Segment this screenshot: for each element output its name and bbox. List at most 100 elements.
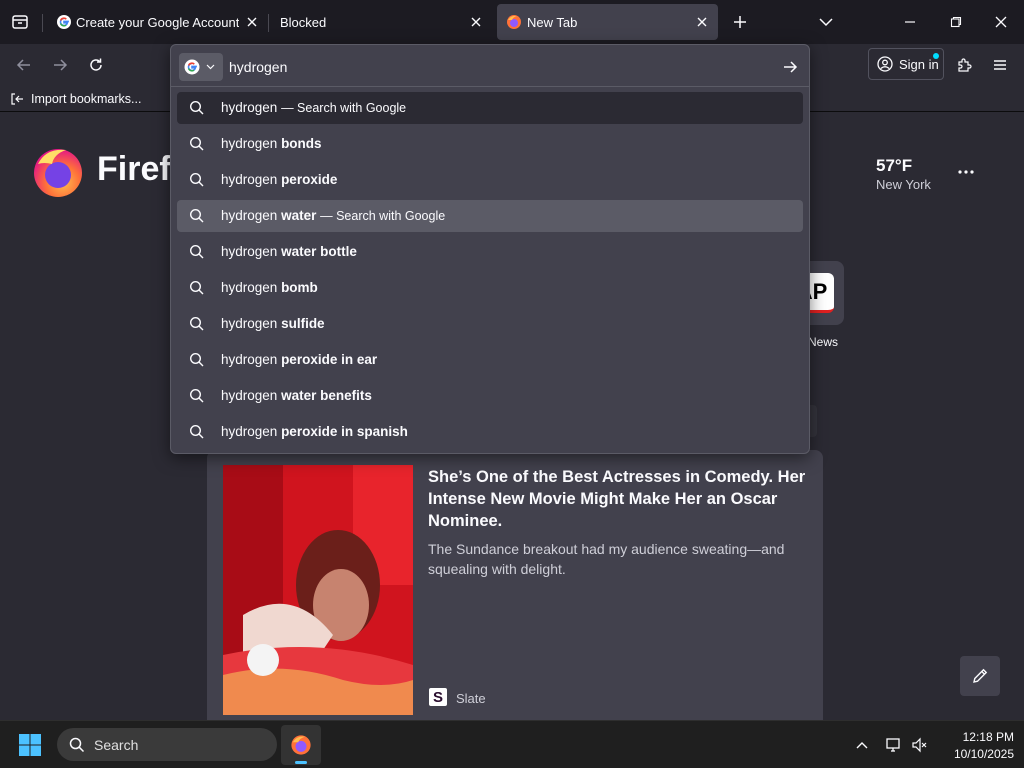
reload-icon	[90, 58, 102, 71]
arrow-left-icon	[16, 59, 30, 71]
reload-button[interactable]	[81, 50, 111, 80]
search-icon	[189, 316, 204, 331]
shortcut-label: News	[808, 335, 839, 349]
suggestion-completion: water bottle	[281, 244, 357, 259]
slate-logo-letter: S	[432, 688, 443, 706]
search-icon	[189, 388, 204, 403]
story-title[interactable]: She’s One of the Best Actresses in Comed…	[428, 466, 812, 532]
firefox-view-button[interactable]	[6, 8, 34, 36]
show-hidden-icons-button[interactable]	[852, 735, 872, 755]
close-window-button[interactable]	[987, 8, 1015, 36]
network-icon-button[interactable]	[884, 735, 904, 755]
minimize-button[interactable]	[896, 8, 924, 36]
customize-button[interactable]	[960, 656, 1000, 696]
firefox-icon	[291, 735, 311, 755]
suggestion-row[interactable]: hydrogen peroxide	[177, 164, 803, 196]
search-icon	[189, 172, 204, 187]
import-bookmarks-label: Import bookmarks...	[31, 92, 142, 106]
back-button[interactable]	[9, 50, 39, 80]
active-app-indicator	[295, 761, 307, 764]
suggestion-query: hydrogen	[221, 244, 278, 259]
search-icon	[69, 737, 85, 752]
search-icon	[189, 244, 204, 259]
import-bookmarks-button[interactable]: Import bookmarks...	[10, 90, 141, 108]
suggestion-completion: bonds	[281, 136, 322, 151]
suggestion-row[interactable]: hydrogen sulfide	[177, 308, 803, 340]
tab-label: Create your Google Account	[76, 15, 240, 30]
volume-icon-button[interactable]	[910, 735, 930, 755]
suggestion-row[interactable]: hydrogen water — Search with Google	[177, 200, 803, 232]
taskbar-firefox-app[interactable]	[281, 725, 321, 765]
restore-button[interactable]	[942, 8, 970, 36]
suggestion-row[interactable]: hydrogen peroxide in ear	[177, 344, 803, 376]
suggestion-query: hydrogen	[221, 388, 278, 403]
suggestion-row[interactable]: hydrogen bomb	[177, 272, 803, 304]
windows-taskbar: Search 12:18 PM 10/10/2025	[0, 720, 1024, 768]
arrow-right-icon	[784, 61, 798, 73]
source-logo: S	[429, 688, 447, 706]
close-tab-icon[interactable]	[694, 14, 710, 30]
close-tab-icon[interactable]	[244, 14, 260, 30]
pencil-icon	[973, 668, 988, 683]
suggestion-completion: peroxide in spanish	[281, 424, 408, 439]
taskbar-search-box[interactable]: Search	[57, 728, 277, 761]
suggestion-text: hydrogen water bottle	[221, 244, 357, 259]
arrow-right-icon	[54, 59, 68, 71]
start-button[interactable]	[18, 733, 44, 759]
story-excerpt: The Sundance breakout had my audience sw…	[428, 541, 785, 577]
suggestion-completion: bomb	[281, 280, 318, 295]
list-all-tabs-button[interactable]	[814, 10, 838, 34]
minimize-icon	[905, 21, 915, 23]
suggestion-row[interactable]: hydrogen peroxide in spanish	[177, 416, 803, 448]
urlbar-dropdown: hydrogen — Search with Google hydrogen bo…	[170, 44, 810, 454]
suggestion-row[interactable]: hydrogen water bottle	[177, 236, 803, 268]
extensions-button[interactable]	[949, 50, 979, 80]
close-tab-icon[interactable]	[468, 14, 484, 30]
new-tab-button[interactable]	[728, 10, 752, 34]
tab-label: New Tab	[527, 15, 578, 30]
app-menu-button[interactable]	[985, 50, 1015, 80]
suggestion-row[interactable]: hydrogen — Search with Google	[177, 92, 803, 124]
google-icon	[184, 59, 200, 75]
urlbar[interactable]	[177, 51, 803, 83]
firefox-view-icon	[12, 15, 28, 29]
firefox-icon	[506, 14, 522, 30]
suggestion-completion: peroxide	[281, 172, 338, 187]
weather-temperature[interactable]: 57°F	[876, 156, 912, 176]
plus-icon	[734, 16, 746, 28]
search-icon	[189, 280, 204, 295]
suggestion-action-hint: — Search with Google	[281, 101, 407, 115]
suggestion-text: hydrogen peroxide	[221, 172, 337, 187]
suggestion-row[interactable]: hydrogen bonds	[177, 128, 803, 160]
suggestion-query: hydrogen	[221, 136, 278, 151]
clock-time: 12:18 PM	[962, 730, 1014, 744]
forward-button[interactable]	[45, 50, 75, 80]
search-icon	[189, 208, 204, 223]
more-horizontal-icon	[958, 170, 974, 174]
sign-in-button[interactable]: Sign in	[868, 48, 944, 80]
url-input[interactable]	[229, 55, 769, 79]
story-card[interactable]: She’s One of the Best Actresses in Comed…	[207, 450, 823, 720]
suggestion-row[interactable]: hydrogen water benefits	[177, 380, 803, 412]
tab-create-google-account[interactable]: Create your Google Account	[46, 4, 268, 40]
urlbar-divider	[171, 86, 809, 87]
restore-icon	[950, 16, 962, 28]
go-button[interactable]	[779, 56, 801, 78]
chevron-down-icon	[206, 64, 215, 70]
clock[interactable]: 12:18 PM 10/10/2025	[938, 728, 1014, 762]
suggestion-completion: water	[281, 208, 317, 223]
search-icon	[189, 136, 204, 151]
suggestion-query: hydrogen	[221, 208, 278, 223]
tab-separator	[42, 14, 43, 32]
weather-menu-button[interactable]	[954, 162, 978, 182]
suggestion-completion: water benefits	[281, 388, 372, 403]
suggestion-query: hydrogen	[221, 280, 278, 295]
import-icon	[11, 93, 23, 105]
notification-dot	[933, 53, 939, 59]
suggestion-completion: sulfide	[281, 316, 325, 331]
search-engine-button[interactable]	[179, 53, 223, 81]
tab-blocked[interactable]: Blocked	[270, 4, 492, 40]
google-icon	[56, 14, 72, 30]
tab-new-tab[interactable]: New Tab	[497, 4, 718, 40]
suggestion-text: hydrogen water benefits	[221, 388, 372, 403]
